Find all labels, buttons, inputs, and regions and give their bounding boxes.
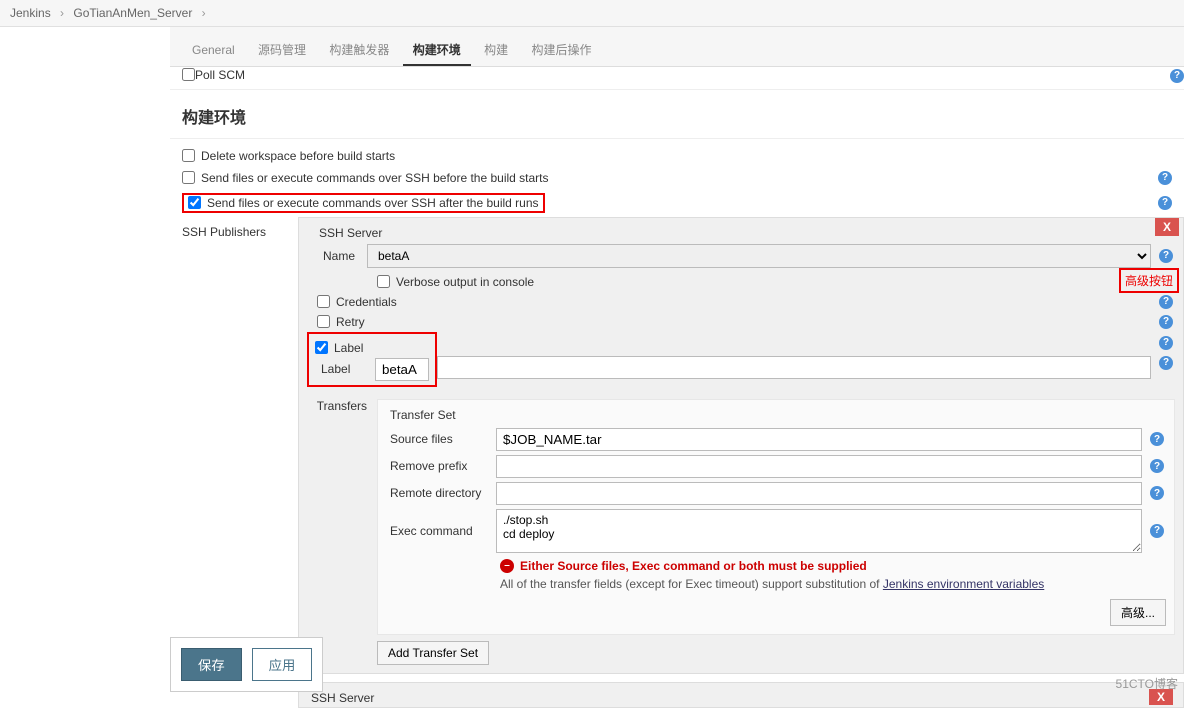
add-transfer-button[interactable]: Add Transfer Set xyxy=(377,641,489,665)
section-heading: 构建环境 xyxy=(170,94,1184,139)
breadcrumb: Jenkins › GoTianAnMen_Server › xyxy=(0,0,1184,27)
transfers-label: Transfers xyxy=(307,399,377,665)
help-icon[interactable]: ? xyxy=(1159,356,1173,370)
remove-publisher-button[interactable]: X xyxy=(1155,218,1179,236)
remote-dir-label: Remote directory xyxy=(386,486,496,500)
save-button[interactable]: 保存 xyxy=(181,648,242,681)
help-icon[interactable]: ? xyxy=(1150,524,1164,538)
ssh-server-label-2: SSH Server xyxy=(311,691,374,705)
ssh-server-panel-2: SSH Server X xyxy=(298,682,1184,708)
remove-prefix-input[interactable] xyxy=(496,455,1142,478)
label-chk-text: Label xyxy=(334,341,363,355)
help-icon[interactable]: ? xyxy=(1150,432,1164,446)
transfer-set-label: Transfer Set xyxy=(386,408,1166,422)
error-text: Either Source files, Exec command or bot… xyxy=(520,559,867,573)
help-icon[interactable]: ? xyxy=(1170,69,1184,83)
ssh-server-select[interactable]: betaA xyxy=(367,244,1151,268)
help-icon[interactable]: ? xyxy=(1159,249,1173,263)
tab-triggers[interactable]: 构建触发器 xyxy=(319,35,399,64)
retry-label: Retry xyxy=(336,315,365,329)
breadcrumb-root[interactable]: Jenkins xyxy=(10,6,51,20)
chevron-right-icon: › xyxy=(202,6,206,20)
watermark: 51CTO博客 xyxy=(1116,675,1178,692)
help-icon[interactable]: ? xyxy=(1158,171,1172,185)
source-files-label: Source files xyxy=(386,432,496,446)
remote-dir-input[interactable] xyxy=(496,482,1142,505)
tab-post-build[interactable]: 构建后操作 xyxy=(521,35,601,64)
tab-build[interactable]: 构建 xyxy=(474,35,518,64)
ssh-before-label: Send files or execute commands over SSH … xyxy=(201,171,549,185)
help-icon[interactable]: ? xyxy=(1158,196,1172,210)
annotation-advanced: 高级按钮 xyxy=(1119,268,1179,293)
chevron-right-icon: › xyxy=(60,6,64,20)
apply-button[interactable]: 应用 xyxy=(252,648,313,681)
tab-general[interactable]: General xyxy=(182,37,245,63)
retry-checkbox[interactable] xyxy=(317,315,330,328)
source-files-input[interactable] xyxy=(496,428,1142,451)
ssh-after-checkbox[interactable] xyxy=(188,196,201,209)
exec-cmd-label: Exec command xyxy=(386,524,496,538)
ssh-publisher-panel: X SSH Server Name betaA ? Verbose output… xyxy=(298,217,1184,674)
config-tabs: General 源码管理 构建触发器 构建环境 构建 构建后操作 xyxy=(170,27,1184,67)
tab-build-env[interactable]: 构建环境 xyxy=(403,35,471,66)
verbose-label: Verbose output in console xyxy=(396,275,534,289)
help-icon[interactable]: ? xyxy=(1159,315,1173,329)
credentials-checkbox[interactable] xyxy=(317,295,330,308)
poll-scm-label: Poll SCM xyxy=(195,68,245,82)
help-icon[interactable]: ? xyxy=(1150,459,1164,473)
poll-scm-checkbox[interactable] xyxy=(182,68,195,81)
ssh-after-label: Send files or execute commands over SSH … xyxy=(207,196,539,210)
advanced-button[interactable]: 高级... xyxy=(1110,599,1166,626)
label-checkbox[interactable] xyxy=(315,341,328,354)
delete-workspace-label: Delete workspace before build starts xyxy=(201,149,395,163)
breadcrumb-project[interactable]: GoTianAnMen_Server xyxy=(73,6,192,20)
remove-prefix-label: Remove prefix xyxy=(386,459,496,473)
label-input[interactable] xyxy=(375,358,429,381)
label-input-full[interactable] xyxy=(437,356,1151,379)
ssh-before-checkbox[interactable] xyxy=(182,171,195,184)
ssh-server-label: SSH Server xyxy=(307,226,1175,240)
help-icon[interactable]: ? xyxy=(1150,486,1164,500)
error-icon: – xyxy=(500,559,514,573)
exec-cmd-textarea[interactable]: ./stop.sh cd deploy xyxy=(496,509,1142,553)
action-buttons: 保存 应用 xyxy=(170,637,323,692)
credentials-label: Credentials xyxy=(336,295,397,309)
verbose-checkbox[interactable] xyxy=(377,275,390,288)
help-icon[interactable]: ? xyxy=(1159,295,1173,309)
help-icon[interactable]: ? xyxy=(1159,336,1173,350)
env-vars-link[interactable]: Jenkins environment variables xyxy=(883,577,1044,591)
delete-workspace-checkbox[interactable] xyxy=(182,149,195,162)
transfer-set-panel: Transfer Set Source files ? Remove prefi… xyxy=(377,399,1175,635)
tab-scm[interactable]: 源码管理 xyxy=(248,35,316,64)
label-field-label: Label xyxy=(315,362,375,376)
info-text: All of the transfer fields (except for E… xyxy=(500,577,883,591)
name-label: Name xyxy=(317,249,367,263)
